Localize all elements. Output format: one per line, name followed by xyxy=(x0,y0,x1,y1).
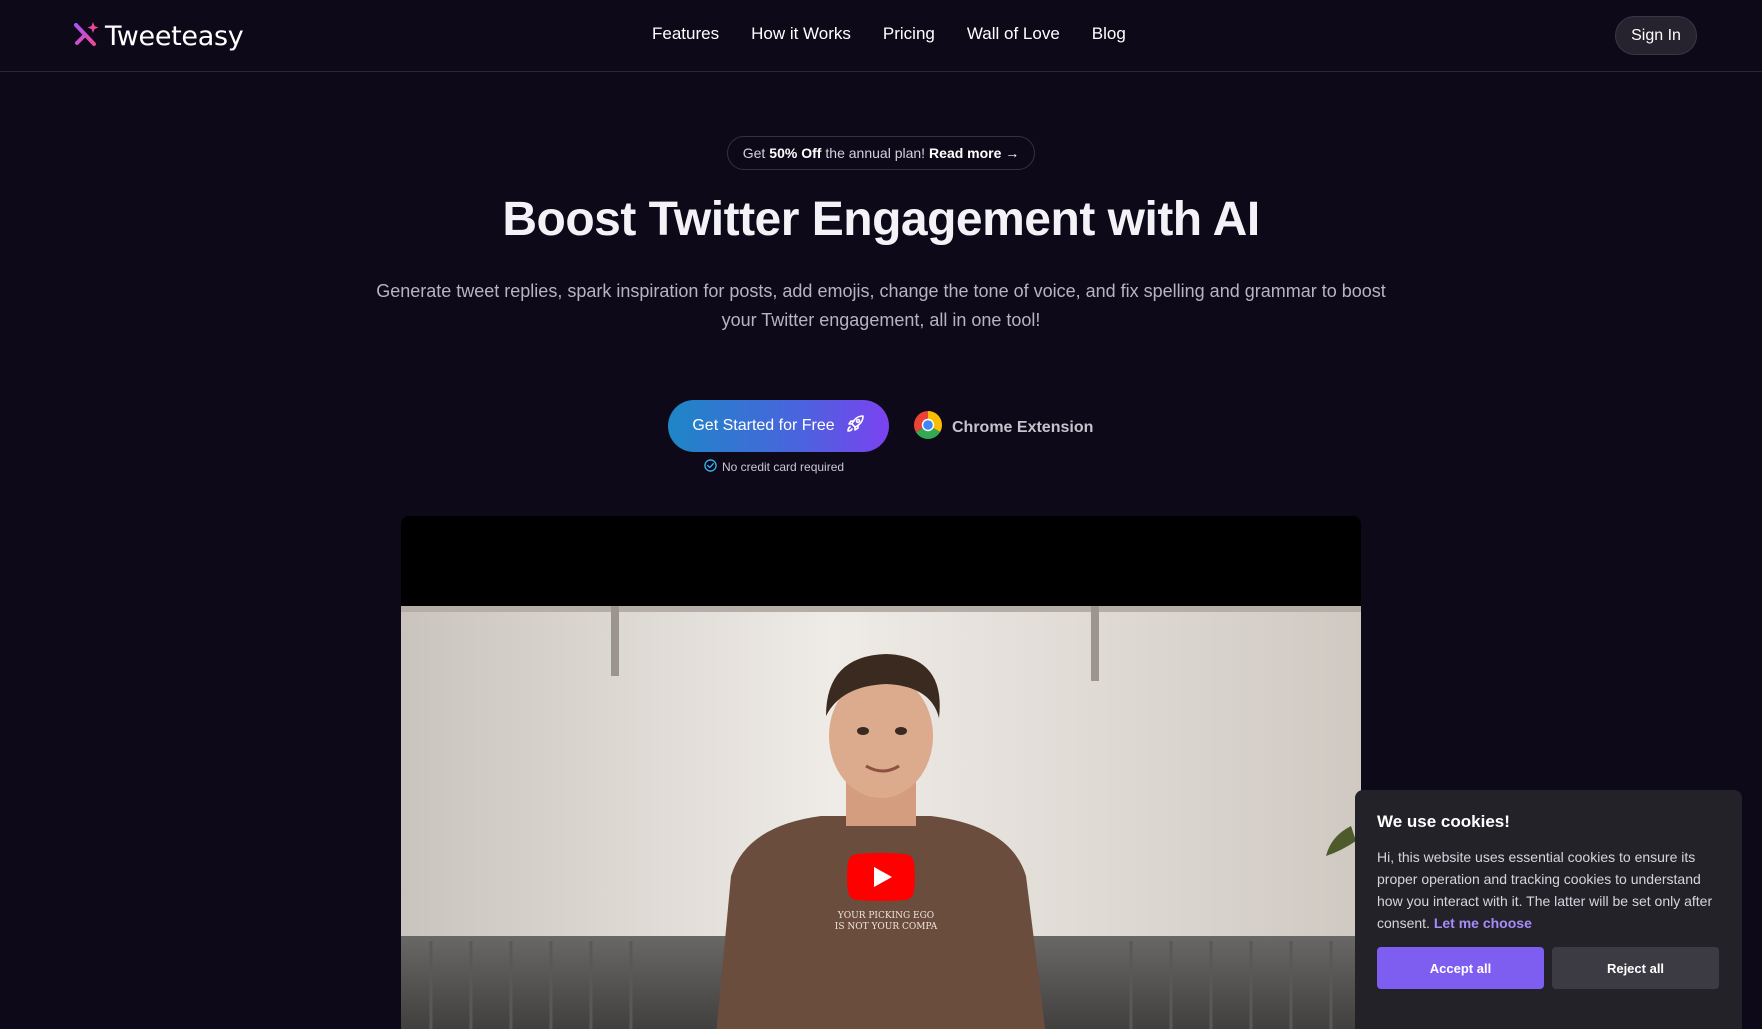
brand-name: Tweeteasy xyxy=(105,20,244,52)
chrome-icon xyxy=(913,410,943,445)
no-credit-card-note: No credit card required xyxy=(704,459,844,475)
rocket-icon xyxy=(845,414,865,439)
accept-all-button[interactable]: Accept all xyxy=(1377,947,1544,989)
main-nav: Features How it Works Pricing Wall of Lo… xyxy=(652,24,1126,44)
let-me-choose-link[interactable]: Let me choose xyxy=(1434,915,1532,931)
cookie-title: We use cookies! xyxy=(1377,812,1510,831)
chrome-extension-label: Chrome Extension xyxy=(952,418,1094,436)
check-circle-icon xyxy=(704,459,717,475)
promo-read-more-link[interactable]: Read more → xyxy=(929,145,1019,161)
promo-banner[interactable]: Get 50% Off the annual plan! Read more → xyxy=(727,136,1035,170)
cookie-body-text: Hi, this website uses essential cookies … xyxy=(1377,849,1713,931)
promo-prefix: Get xyxy=(742,145,766,161)
top-navbar: Tweeteasy Features How it Works Pricing … xyxy=(0,0,1762,72)
reject-all-button[interactable]: Reject all xyxy=(1552,947,1719,989)
shirt-text-line2: IS NOT YOUR COMPA xyxy=(835,922,938,932)
nav-wall-of-love[interactable]: Wall of Love xyxy=(967,24,1060,44)
no-credit-card-text: No credit card required xyxy=(722,460,845,474)
video-player[interactable]: YOUR PICKING EGO IS NOT YOUR COMPA xyxy=(401,516,1361,1029)
cookie-message: Hi, this website uses essential cookies … xyxy=(1377,846,1720,934)
sign-in-button[interactable]: Sign In xyxy=(1615,16,1697,55)
nav-pricing[interactable]: Pricing xyxy=(883,24,935,44)
logo-icon xyxy=(73,21,99,52)
nav-how-it-works[interactable]: How it Works xyxy=(751,24,851,44)
youtube-play-icon[interactable] xyxy=(847,853,915,901)
shirt-text-line1: YOUR PICKING EGO xyxy=(837,911,934,921)
hero-title: Boost Twitter Engagement with AI xyxy=(502,193,1260,246)
nav-features[interactable]: Features xyxy=(652,24,719,44)
brand-logo[interactable]: Tweeteasy xyxy=(73,20,244,52)
get-started-label: Get Started for Free xyxy=(692,417,835,434)
promo-middle: the annual plan! xyxy=(825,145,926,161)
promo-discount: 50% Off xyxy=(769,145,822,161)
chrome-extension-link[interactable]: Chrome Extension xyxy=(913,410,1093,445)
nav-blog[interactable]: Blog xyxy=(1092,24,1126,44)
cookie-actions: Accept all Reject all xyxy=(1377,947,1719,989)
get-started-button[interactable]: Get Started for Free xyxy=(668,400,889,452)
cookie-consent-dialog: We use cookies! Hi, this website uses es… xyxy=(1355,790,1742,1029)
hero-subtitle: Generate tweet replies, spark inspiratio… xyxy=(376,281,1386,330)
video-thumbnail: YOUR PICKING EGO IS NOT YOUR COMPA xyxy=(401,606,1361,1029)
